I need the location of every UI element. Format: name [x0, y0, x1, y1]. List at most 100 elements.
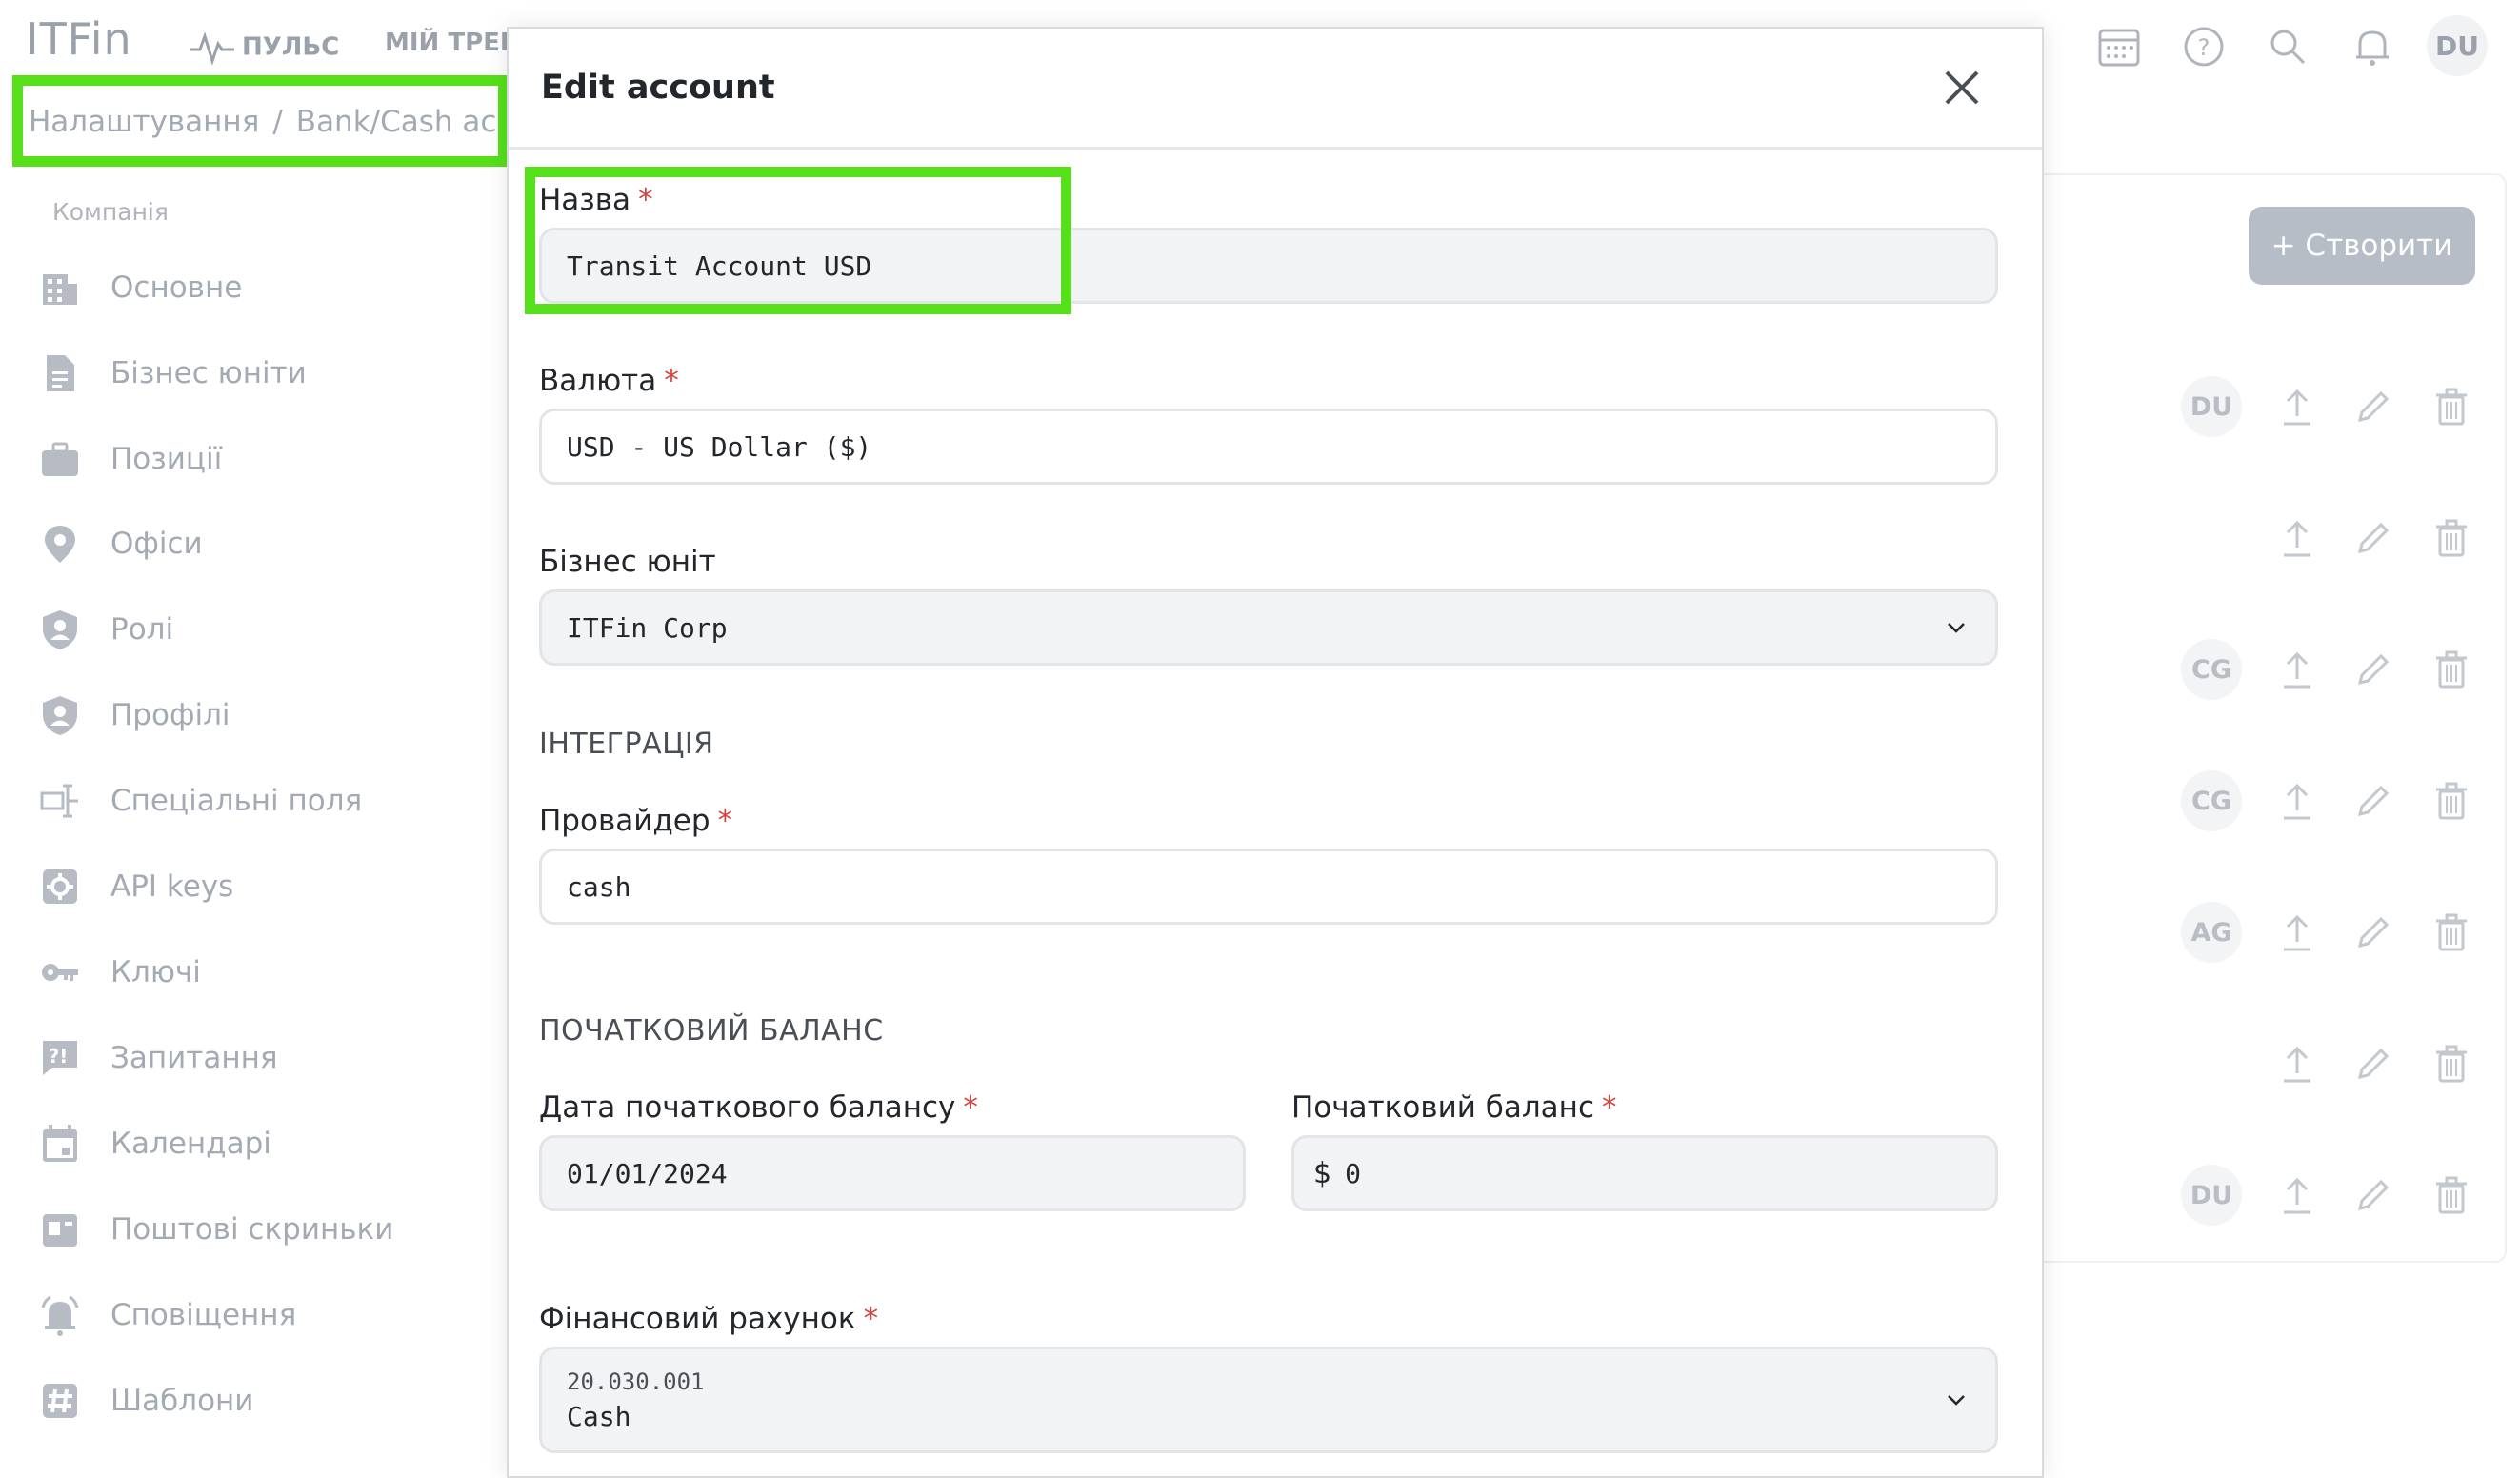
opening-date-label-text: Дата початкового балансу	[539, 1090, 956, 1125]
question-chat-icon: ?!	[38, 1036, 82, 1080]
building-icon	[38, 266, 82, 310]
svg-text:?!: ?!	[49, 1045, 69, 1068]
financial-account-select[interactable]: 20.030.001 Cash	[539, 1347, 1998, 1453]
highlight-name-field	[525, 167, 1071, 314]
sidebar-item-offices[interactable]: Офіси	[38, 515, 203, 572]
opening-balance-value: 0	[1345, 1157, 1361, 1189]
trash-icon[interactable]	[2430, 517, 2472, 559]
location-pin-icon	[38, 522, 82, 566]
help-icon[interactable]: ?	[2178, 21, 2230, 72]
financial-account-label: Фінансовий рахунок *	[539, 1302, 878, 1336]
upload-icon[interactable]	[2276, 649, 2318, 690]
sidebar-item-mailboxes[interactable]: Поштові скриньки	[38, 1201, 393, 1258]
upload-icon[interactable]	[2276, 780, 2318, 822]
currency-label-text: Валюта	[539, 364, 657, 398]
sidebar-item-label: Шаблони	[110, 1384, 254, 1418]
user-avatar[interactable]: DU	[2427, 15, 2488, 76]
row-avatar: CG	[2181, 770, 2242, 831]
row-avatar: DU	[2181, 376, 2242, 437]
sidebar-item-questions[interactable]: ?! Запитання	[38, 1029, 278, 1087]
edit-icon[interactable]	[2352, 1174, 2394, 1216]
required-mark: *	[1602, 1090, 1617, 1125]
sidebar-item-label: Поштові скриньки	[110, 1212, 394, 1247]
edit-icon[interactable]	[2352, 517, 2394, 559]
sidebar-item-label: Спеціальні поля	[110, 784, 363, 818]
sidebar-item-label: Сповіщення	[110, 1298, 297, 1332]
business-unit-select[interactable]: ITFin Corp	[539, 589, 1998, 666]
bell-ring-icon	[38, 1293, 82, 1337]
shield-user-icon	[38, 693, 82, 737]
sidebar-item-label: Офіси	[110, 527, 203, 561]
financial-account-label-text: Фінансовий рахунок	[539, 1302, 856, 1336]
upload-icon[interactable]	[2276, 1174, 2318, 1216]
sidebar-item-label: Основне	[110, 270, 243, 305]
sidebar-item-api-keys[interactable]: API keys	[38, 858, 233, 915]
sidebar-item-notifications[interactable]: Сповіщення	[38, 1287, 296, 1344]
currency-input[interactable]: USD - US Dollar ($)	[539, 409, 1998, 485]
opening-date-input[interactable]: 01/01/2024	[539, 1135, 1246, 1211]
search-icon[interactable]	[2262, 21, 2313, 72]
sidebar-item-profiles[interactable]: Профілі	[38, 687, 230, 744]
trash-icon[interactable]	[2430, 1174, 2472, 1216]
sidebar-item-label: Позиції	[110, 442, 223, 476]
row-avatar: AG	[2181, 902, 2242, 963]
nav-pulse[interactable]: ПУЛЬС	[189, 29, 339, 67]
calendar-grid-icon[interactable]	[2093, 21, 2145, 72]
sidebar-item-custom-fields[interactable]: Спеціальні поля	[38, 772, 362, 829]
edit-icon[interactable]	[2352, 1043, 2394, 1085]
edit-icon[interactable]	[2352, 780, 2394, 822]
row-avatar: CG	[2181, 639, 2242, 700]
table-row: DU	[2171, 373, 2495, 440]
gear-icon	[38, 865, 82, 909]
shield-user-icon	[38, 608, 82, 651]
chevron-down-icon	[1948, 623, 1965, 633]
currency-symbol: $	[1313, 1156, 1332, 1190]
financial-account-code: 20.030.001	[567, 1368, 705, 1395]
accounts-list-card	[2019, 173, 2507, 1263]
upload-icon[interactable]	[2276, 911, 2318, 953]
sidebar-item-label: Ролі	[110, 612, 174, 647]
trash-icon[interactable]	[2430, 780, 2472, 822]
close-icon[interactable]	[1939, 65, 1985, 110]
edit-icon[interactable]	[2352, 911, 2394, 953]
trash-icon[interactable]	[2430, 386, 2472, 428]
modal-title: Edit account	[541, 69, 775, 107]
integration-heading: ІНТЕГРАЦІЯ	[539, 728, 714, 761]
sidebar-item-templates[interactable]: Шаблони	[38, 1372, 253, 1429]
required-mark: *	[664, 364, 679, 398]
chevron-down-icon	[1948, 1395, 1965, 1406]
hash-icon	[38, 1379, 82, 1423]
provider-input[interactable]: cash	[539, 849, 1998, 925]
opening-balance-input[interactable]: $ 0	[1291, 1135, 1998, 1211]
sidebar-item-label: Профілі	[110, 698, 230, 732]
sidebar-item-positions[interactable]: Позиції	[38, 430, 222, 488]
required-mark: *	[717, 804, 733, 838]
edit-icon[interactable]	[2352, 386, 2394, 428]
sidebar-item-calendars[interactable]: Календарі	[38, 1115, 271, 1172]
sidebar-item-label: API keys	[110, 869, 234, 904]
trash-icon[interactable]	[2430, 911, 2472, 953]
sidebar-item-label: Запитання	[110, 1041, 278, 1075]
opening-balance-label: Початковий баланс *	[1291, 1090, 1617, 1125]
sidebar-item-keys[interactable]: Ключі	[38, 944, 201, 1001]
svg-text:?: ?	[2198, 34, 2210, 61]
app-logo[interactable]: ITFin	[26, 13, 132, 65]
provider-label: Провайдер *	[539, 804, 732, 838]
trash-icon[interactable]	[2430, 1043, 2472, 1085]
edit-icon[interactable]	[2352, 649, 2394, 690]
upload-icon[interactable]	[2276, 517, 2318, 559]
create-button[interactable]: + Створити	[2249, 207, 2475, 285]
upload-icon[interactable]	[2276, 1043, 2318, 1085]
table-row	[2171, 1030, 2495, 1097]
bell-icon[interactable]	[2347, 21, 2398, 72]
trash-icon[interactable]	[2430, 649, 2472, 690]
sidebar-item-main[interactable]: Основне	[38, 259, 242, 316]
financial-account-name: Cash	[567, 1400, 631, 1432]
business-unit-value: ITFin Corp	[567, 611, 728, 644]
nav-pulse-label: ПУЛЬС	[242, 32, 340, 62]
sidebar-item-roles[interactable]: Ролі	[38, 601, 173, 658]
provider-label-text: Провайдер	[539, 804, 710, 838]
upload-icon[interactable]	[2276, 386, 2318, 428]
sidebar-item-business-units[interactable]: Бізнес юніти	[38, 345, 307, 402]
currency-label: Валюта *	[539, 364, 679, 398]
